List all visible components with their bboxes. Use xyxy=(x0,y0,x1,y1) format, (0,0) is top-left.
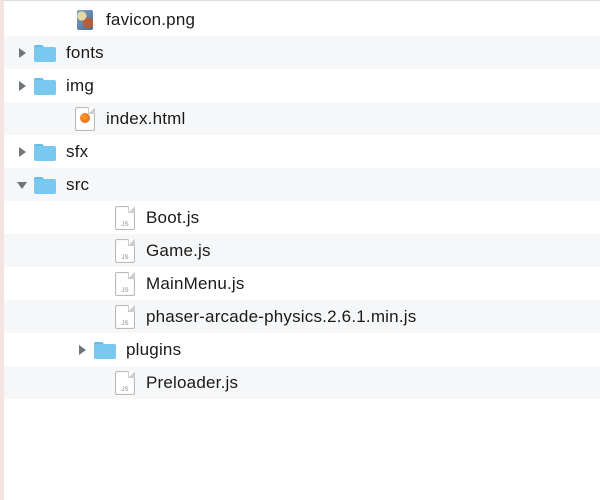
disclosure-triangle-icon[interactable] xyxy=(12,80,32,92)
folder-icon xyxy=(32,172,58,198)
disclosure-triangle-icon[interactable] xyxy=(12,47,32,59)
folder-label: fonts xyxy=(66,43,104,63)
folder-icon xyxy=(32,139,58,165)
js-file-icon: JS xyxy=(112,271,138,297)
tree-row-file[interactable]: JS phaser-arcade-physics.2.6.1.min.js xyxy=(4,300,600,333)
tree-row-file[interactable]: index.html xyxy=(4,102,600,135)
file-label: MainMenu.js xyxy=(146,274,245,294)
file-label: Game.js xyxy=(146,241,211,261)
folder-label: img xyxy=(66,76,94,96)
tree-row-file[interactable]: JS Game.js xyxy=(4,234,600,267)
folder-label: src xyxy=(66,175,89,195)
folder-label: plugins xyxy=(126,340,181,360)
tree-row-file[interactable]: favicon.png xyxy=(4,3,600,36)
file-label: Boot.js xyxy=(146,208,199,228)
file-label: index.html xyxy=(106,109,185,129)
tree-row-folder[interactable]: fonts xyxy=(4,36,600,69)
disclosure-triangle-expanded-icon[interactable] xyxy=(12,180,32,190)
file-label: Preloader.js xyxy=(146,373,238,393)
tree-row-folder[interactable]: plugins xyxy=(4,333,600,366)
html-file-icon xyxy=(72,106,98,132)
folder-label: sfx xyxy=(66,142,88,162)
js-file-icon: JS xyxy=(112,205,138,231)
image-file-icon xyxy=(72,7,98,33)
folder-icon xyxy=(92,337,118,363)
disclosure-triangle-icon[interactable] xyxy=(12,146,32,158)
tree-row-folder[interactable]: src xyxy=(4,168,600,201)
tree-row-folder[interactable]: img xyxy=(4,69,600,102)
js-file-icon: JS xyxy=(112,238,138,264)
file-label: favicon.png xyxy=(106,10,195,30)
tree-row-file[interactable]: JS Boot.js xyxy=(4,201,600,234)
file-tree[interactable]: favicon.png fonts img index.html xyxy=(4,1,600,399)
tree-row-file[interactable]: JS Preloader.js xyxy=(4,366,600,399)
tree-row-folder[interactable]: sfx xyxy=(4,135,600,168)
tree-row-file[interactable]: JS MainMenu.js xyxy=(4,267,600,300)
file-label: phaser-arcade-physics.2.6.1.min.js xyxy=(146,307,416,327)
js-file-icon: JS xyxy=(112,370,138,396)
js-file-icon: JS xyxy=(112,304,138,330)
folder-icon xyxy=(32,40,58,66)
folder-icon xyxy=(32,73,58,99)
disclosure-triangle-icon[interactable] xyxy=(72,344,92,356)
